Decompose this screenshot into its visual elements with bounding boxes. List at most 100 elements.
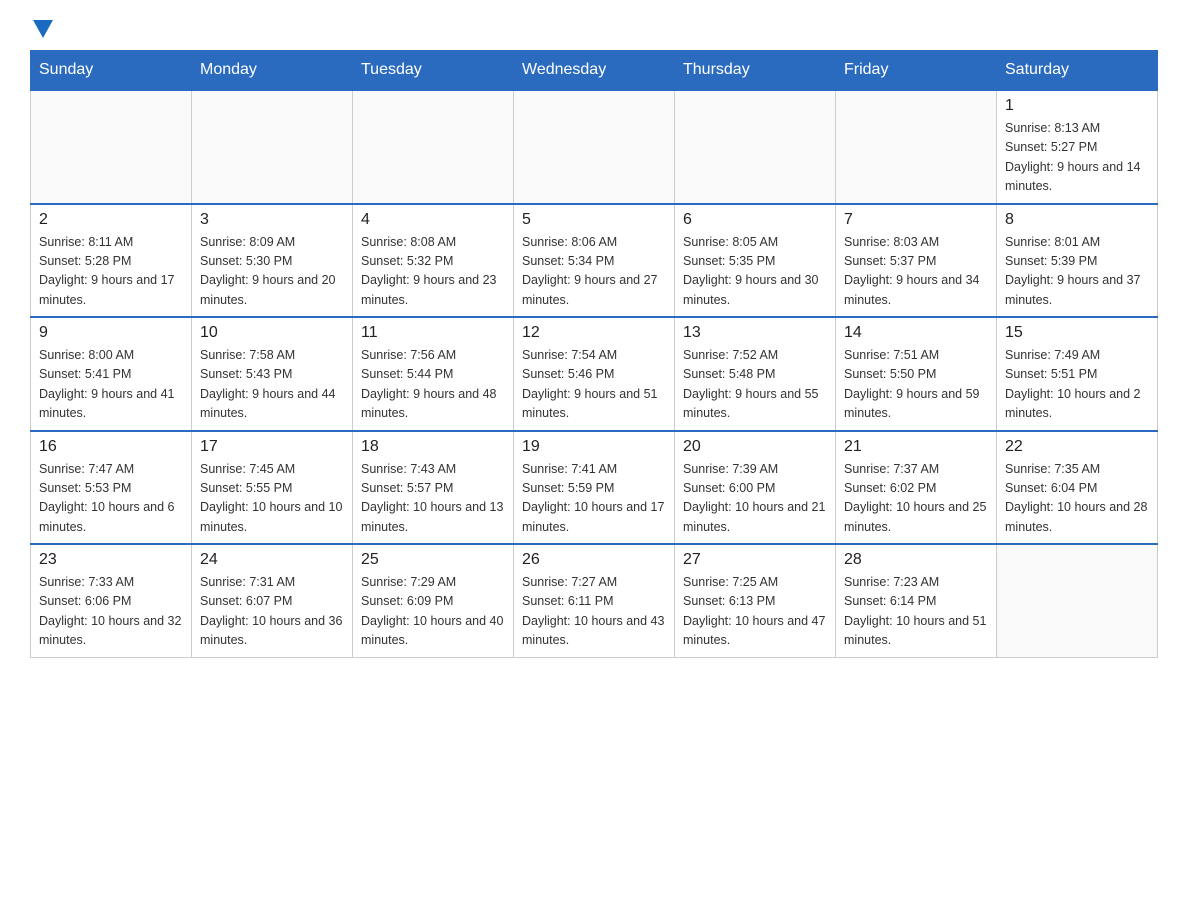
day-number: 15 [1005, 324, 1149, 342]
page-header [30, 20, 1158, 40]
col-header-saturday: Saturday [997, 51, 1158, 91]
calendar-cell: 27 Sunrise: 7:25 AM Sunset: 6:13 PM Dayli… [675, 544, 836, 657]
day-info: Sunrise: 8:00 AM Sunset: 5:41 PM Dayligh… [39, 346, 183, 424]
day-number: 19 [522, 438, 666, 456]
calendar-cell: 1Sunrise: 8:13 AM Sunset: 5:27 PM Daylig… [997, 90, 1158, 204]
col-header-wednesday: Wednesday [514, 51, 675, 91]
day-number: 27 [683, 551, 827, 569]
day-number: 24 [200, 551, 344, 569]
day-info: Sunrise: 8:09 AM Sunset: 5:30 PM Dayligh… [200, 233, 344, 311]
day-info: Sunrise: 7:29 AM Sunset: 6:09 PM Dayligh… [361, 573, 505, 651]
calendar-table: SundayMondayTuesdayWednesdayThursdayFrid… [30, 50, 1158, 658]
day-number: 26 [522, 551, 666, 569]
calendar-cell: 17 Sunrise: 7:45 AM Sunset: 5:55 PM Dayli… [192, 431, 353, 545]
col-header-friday: Friday [836, 51, 997, 91]
day-number: 7 [844, 211, 988, 229]
calendar-cell: 12 Sunrise: 7:54 AM Sunset: 5:46 PM Dayli… [514, 317, 675, 431]
calendar-cell [675, 90, 836, 204]
day-info: Sunrise: 7:25 AM Sunset: 6:13 PM Dayligh… [683, 573, 827, 651]
day-info: Sunrise: 8:01 AM Sunset: 5:39 PM Dayligh… [1005, 233, 1149, 311]
day-info: Sunrise: 8:11 AM Sunset: 5:28 PM Dayligh… [39, 233, 183, 311]
calendar-cell: 14 Sunrise: 7:51 AM Sunset: 5:50 PM Dayli… [836, 317, 997, 431]
day-info: Sunrise: 7:35 AM Sunset: 6:04 PM Dayligh… [1005, 460, 1149, 538]
day-number: 6 [683, 211, 827, 229]
day-number: 23 [39, 551, 183, 569]
day-number: 3 [200, 211, 344, 229]
calendar-cell: 23 Sunrise: 7:33 AM Sunset: 6:06 PM Dayli… [31, 544, 192, 657]
calendar-cell: 25 Sunrise: 7:29 AM Sunset: 6:09 PM Dayli… [353, 544, 514, 657]
calendar-cell: 15 Sunrise: 7:49 AM Sunset: 5:51 PM Dayli… [997, 317, 1158, 431]
day-info: Sunrise: 7:27 AM Sunset: 6:11 PM Dayligh… [522, 573, 666, 651]
calendar-cell: 18 Sunrise: 7:43 AM Sunset: 5:57 PM Dayli… [353, 431, 514, 545]
day-info: Sunrise: 7:51 AM Sunset: 5:50 PM Dayligh… [844, 346, 988, 424]
calendar-cell: 22 Sunrise: 7:35 AM Sunset: 6:04 PM Dayli… [997, 431, 1158, 545]
logo [30, 20, 53, 40]
calendar-cell [31, 90, 192, 204]
calendar-cell [836, 90, 997, 204]
calendar-cell [514, 90, 675, 204]
day-number: 25 [361, 551, 505, 569]
day-number: 20 [683, 438, 827, 456]
col-header-thursday: Thursday [675, 51, 836, 91]
day-info: Sunrise: 7:39 AM Sunset: 6:00 PM Dayligh… [683, 460, 827, 538]
day-number: 1 [1005, 97, 1149, 115]
calendar-cell: 16 Sunrise: 7:47 AM Sunset: 5:53 PM Dayli… [31, 431, 192, 545]
calendar-header-row: SundayMondayTuesdayWednesdayThursdayFrid… [31, 51, 1158, 91]
day-info: Sunrise: 7:31 AM Sunset: 6:07 PM Dayligh… [200, 573, 344, 651]
day-info: Sunrise: 7:47 AM Sunset: 5:53 PM Dayligh… [39, 460, 183, 538]
day-info: Sunrise: 7:43 AM Sunset: 5:57 PM Dayligh… [361, 460, 505, 538]
day-info: Sunrise: 7:49 AM Sunset: 5:51 PM Dayligh… [1005, 346, 1149, 424]
calendar-cell: 4 Sunrise: 8:08 AM Sunset: 5:32 PM Daylig… [353, 204, 514, 318]
day-info: Sunrise: 7:37 AM Sunset: 6:02 PM Dayligh… [844, 460, 988, 538]
day-number: 8 [1005, 211, 1149, 229]
day-number: 17 [200, 438, 344, 456]
day-info: Sunrise: 7:54 AM Sunset: 5:46 PM Dayligh… [522, 346, 666, 424]
col-header-monday: Monday [192, 51, 353, 91]
calendar-week-4: 16 Sunrise: 7:47 AM Sunset: 5:53 PM Dayli… [31, 431, 1158, 545]
calendar-week-2: 2 Sunrise: 8:11 AM Sunset: 5:28 PM Daylig… [31, 204, 1158, 318]
day-info: Sunrise: 7:41 AM Sunset: 5:59 PM Dayligh… [522, 460, 666, 538]
day-info: Sunrise: 7:45 AM Sunset: 5:55 PM Dayligh… [200, 460, 344, 538]
day-number: 2 [39, 211, 183, 229]
day-number: 13 [683, 324, 827, 342]
day-number: 4 [361, 211, 505, 229]
day-info: Sunrise: 7:56 AM Sunset: 5:44 PM Dayligh… [361, 346, 505, 424]
calendar-cell [997, 544, 1158, 657]
calendar-cell: 9 Sunrise: 8:00 AM Sunset: 5:41 PM Daylig… [31, 317, 192, 431]
day-info: Sunrise: 7:58 AM Sunset: 5:43 PM Dayligh… [200, 346, 344, 424]
calendar-cell [192, 90, 353, 204]
calendar-cell: 7 Sunrise: 8:03 AM Sunset: 5:37 PM Daylig… [836, 204, 997, 318]
day-info: Sunrise: 8:05 AM Sunset: 5:35 PM Dayligh… [683, 233, 827, 311]
col-header-sunday: Sunday [31, 51, 192, 91]
day-number: 9 [39, 324, 183, 342]
calendar-cell: 10 Sunrise: 7:58 AM Sunset: 5:43 PM Dayli… [192, 317, 353, 431]
day-number: 28 [844, 551, 988, 569]
calendar-cell: 21 Sunrise: 7:37 AM Sunset: 6:02 PM Dayli… [836, 431, 997, 545]
calendar-cell: 3 Sunrise: 8:09 AM Sunset: 5:30 PM Daylig… [192, 204, 353, 318]
logo-triangle-icon [33, 20, 53, 38]
calendar-week-3: 9 Sunrise: 8:00 AM Sunset: 5:41 PM Daylig… [31, 317, 1158, 431]
day-info: Sunrise: 7:23 AM Sunset: 6:14 PM Dayligh… [844, 573, 988, 651]
calendar-cell: 28 Sunrise: 7:23 AM Sunset: 6:14 PM Dayli… [836, 544, 997, 657]
day-number: 18 [361, 438, 505, 456]
day-info: Sunrise: 7:33 AM Sunset: 6:06 PM Dayligh… [39, 573, 183, 651]
day-number: 22 [1005, 438, 1149, 456]
day-info: Sunrise: 8:08 AM Sunset: 5:32 PM Dayligh… [361, 233, 505, 311]
calendar-cell: 6 Sunrise: 8:05 AM Sunset: 5:35 PM Daylig… [675, 204, 836, 318]
calendar-cell: 24 Sunrise: 7:31 AM Sunset: 6:07 PM Dayli… [192, 544, 353, 657]
day-number: 12 [522, 324, 666, 342]
day-number: 16 [39, 438, 183, 456]
day-number: 14 [844, 324, 988, 342]
calendar-cell: 20 Sunrise: 7:39 AM Sunset: 6:00 PM Dayli… [675, 431, 836, 545]
day-info: Sunrise: 8:06 AM Sunset: 5:34 PM Dayligh… [522, 233, 666, 311]
calendar-cell: 11Sunrise: 7:56 AM Sunset: 5:44 PM Dayli… [353, 317, 514, 431]
calendar-cell: 19 Sunrise: 7:41 AM Sunset: 5:59 PM Dayli… [514, 431, 675, 545]
day-info: Sunrise: 8:03 AM Sunset: 5:37 PM Dayligh… [844, 233, 988, 311]
calendar-week-1: 1Sunrise: 8:13 AM Sunset: 5:27 PM Daylig… [31, 90, 1158, 204]
day-number: 21 [844, 438, 988, 456]
col-header-tuesday: Tuesday [353, 51, 514, 91]
calendar-cell [353, 90, 514, 204]
calendar-cell: 8 Sunrise: 8:01 AM Sunset: 5:39 PM Daylig… [997, 204, 1158, 318]
calendar-cell: 5Sunrise: 8:06 AM Sunset: 5:34 PM Daylig… [514, 204, 675, 318]
day-number: 10 [200, 324, 344, 342]
